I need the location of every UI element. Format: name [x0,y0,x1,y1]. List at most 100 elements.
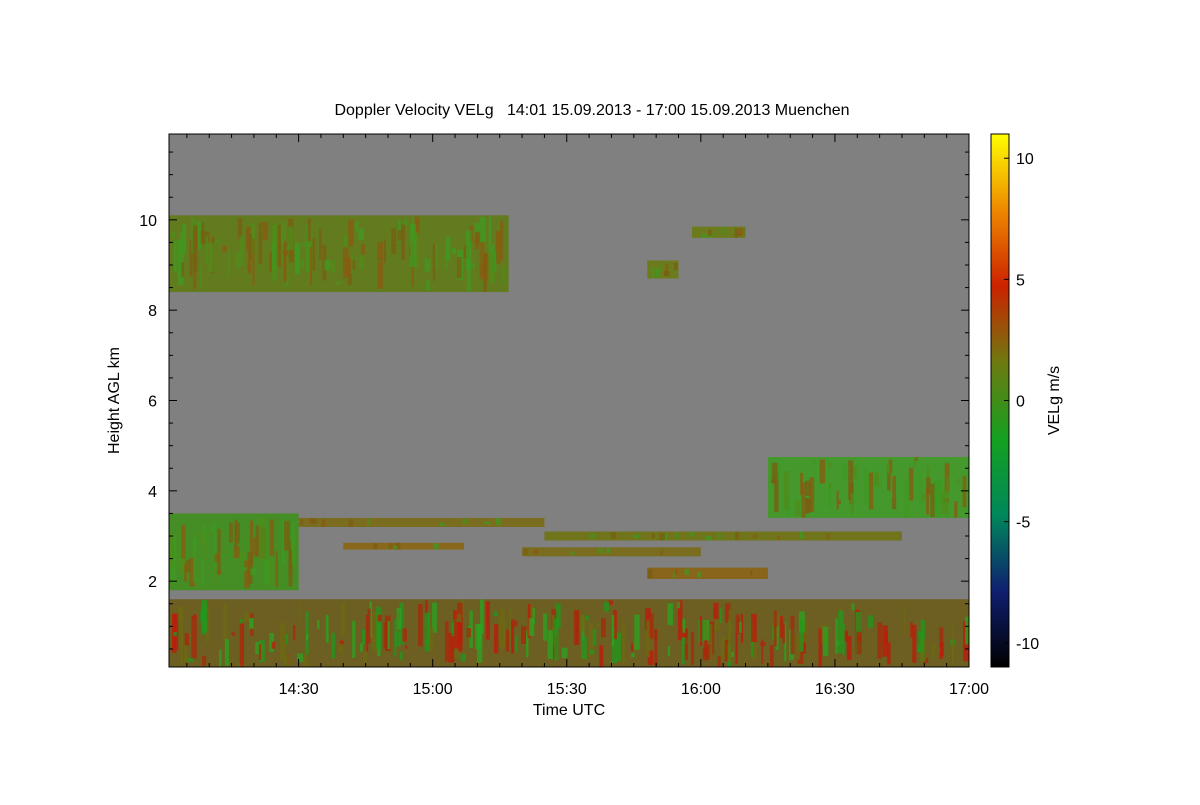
velocity-speckle [699,616,703,646]
velocity-speckle [405,645,408,649]
velocity-speckle [397,230,403,241]
velocity-speckle [415,231,419,268]
velocity-speckle [918,631,924,653]
velocity-speckle [396,608,402,630]
velocity-speckle [951,625,955,667]
velocity-speckle [493,611,498,617]
velocity-speckle [202,655,207,666]
x-axis-label: Time UTC [533,702,605,719]
velocity-speckle [214,239,221,243]
velocity-speckle [255,525,259,557]
velocity-speckle [199,265,202,287]
colorbar-tick-label: 10 [1016,151,1034,168]
velocity-speckle [954,501,958,518]
velocity-speckle [400,651,403,661]
velocity-speckle [709,624,713,662]
velocity-speckle [228,522,233,543]
velocity-speckle [433,543,439,550]
velocity-speckle [826,533,830,540]
colorbar-tick-label: 5 [1016,272,1025,289]
velocity-speckle [739,621,742,633]
velocity-speckle [359,255,364,270]
velocity-speckle [388,542,394,550]
velocity-speckle [301,259,304,268]
velocity-speckle [682,618,686,633]
velocity-speckle [511,619,514,654]
velocity-speckle [554,618,559,661]
velocity-speckle [342,247,349,279]
velocity-speckle [279,244,282,250]
velocity-speckle [663,270,670,277]
velocity-speckle [800,472,804,496]
velocity-speckle [819,459,826,484]
velocity-speckle [460,654,466,662]
velocity-region [647,260,679,279]
velocity-region [169,599,969,667]
x-tick-label: 16:00 [681,681,721,698]
velocity-speckle [660,550,663,556]
velocity-speckle [262,221,268,241]
velocity-speckle [677,601,681,609]
velocity-speckle [735,614,740,635]
velocity-speckle [603,601,609,612]
velocity-speckle [646,620,650,658]
velocity-speckle [589,533,596,540]
velocity-speckle [352,620,356,658]
velocity-speckle [187,657,194,662]
velocity-speckle [185,559,191,573]
velocity-speckle [939,650,943,660]
velocity-speckle [737,228,744,237]
velocity-speckle [325,614,329,643]
velocity-speckle [777,535,780,541]
velocity-speckle [199,532,205,545]
velocity-speckle [579,614,585,631]
velocity-speckle [462,518,469,525]
velocity-speckle [227,247,230,277]
velocity-speckle [703,619,710,641]
velocity-speckle [376,606,382,650]
velocity-speckle [297,653,304,663]
velocity-speckle [451,247,457,255]
velocity-speckle [812,459,817,464]
velocity-speckle [444,621,449,662]
velocity-speckle [181,524,186,559]
velocity-speckle [822,626,829,656]
velocity-speckle [474,222,480,233]
velocity-speckle [919,473,922,509]
velocity-speckle [377,242,384,261]
velocity-speckle [835,618,838,654]
velocity-speckle [456,613,462,623]
velocity-speckle [610,532,617,539]
velocity-speckle [796,635,801,660]
velocity-speckle [488,216,492,258]
velocity-speckle [367,608,371,644]
velocity-speckle [714,618,721,632]
velocity-region-fill [647,567,768,579]
velocity-speckle [655,268,660,278]
velocity-speckle [673,262,678,270]
velocity-speckle [727,619,732,662]
velocity-speckle [547,630,553,659]
velocity-speckle [836,490,839,510]
velocity-speckle [904,480,910,518]
velocity-speckle [231,632,236,636]
velocity-speckle [205,537,208,563]
velocity-speckle [494,251,497,272]
velocity-speckle [337,643,344,654]
velocity-speckle [292,625,296,641]
velocity-speckle [498,616,502,646]
velocity-region [169,215,509,293]
velocity-speckle [891,498,897,510]
velocity-speckle [495,230,501,264]
x-tick-label: 15:30 [547,681,587,698]
velocity-speckle [169,532,174,566]
x-tick-label: 14:30 [279,681,319,698]
velocity-speckle [403,218,408,226]
velocity-speckle [910,622,913,638]
velocity-speckle [209,526,214,532]
velocity-speckle [908,467,914,501]
velocity-speckle [474,236,479,250]
velocity-speckle [243,567,247,571]
velocity-speckle [331,632,336,659]
velocity-speckle [774,610,777,647]
